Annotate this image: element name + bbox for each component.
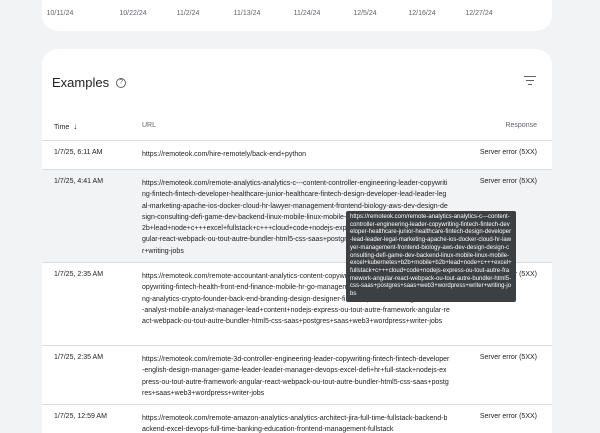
x-tick-label: 12/16/24: [408, 10, 436, 17]
row-time: 1/7/25, 4:41 AM: [54, 178, 104, 185]
row-time: 1/7/25, 2:35 AM: [54, 354, 104, 361]
column-header-url: URL: [142, 122, 157, 129]
column-header-response: Response: [505, 122, 537, 129]
table-row[interactable]: 1/7/25, 2:35 AM https://remoteok.com/rem…: [42, 346, 552, 404]
column-header-time[interactable]: Time ↓: [54, 122, 77, 131]
examples-title: Examples: [52, 75, 110, 90]
row-response: Server error (5XX): [479, 149, 537, 156]
x-tick-label: 10/11/24: [46, 10, 74, 17]
chart-card: 0 10/11/24 10/22/24 11/2/24 11/13/24 11/…: [42, 0, 552, 31]
row-time: 1/7/25, 12:59 AM: [54, 413, 107, 420]
table-row[interactable]: 1/7/25, 6:11 AM https://remoteok.com/hir…: [42, 141, 552, 169]
row-time: 1/7/25, 2:35 AM: [54, 271, 104, 278]
row-response: Server error (5XX): [479, 178, 537, 185]
x-tick-label: 11/2/24: [176, 10, 200, 17]
url-tooltip: https://remoteok.com/remote-analytics-an…: [346, 211, 516, 302]
examples-header: Examples ?: [52, 75, 127, 90]
row-time: 1/7/25, 6:11 AM: [54, 149, 103, 156]
table-row[interactable]: 1/7/25, 12:59 AM https://remoteok.com/re…: [42, 405, 552, 433]
row-url[interactable]: https://remoteok.com/remote-3d-controlle…: [142, 354, 450, 399]
row-url[interactable]: https://remoteok.com/remote-amazon-analy…: [142, 413, 450, 433]
sort-arrow-down-icon: ↓: [73, 122, 78, 131]
row-response: Server error (5XX): [479, 354, 537, 361]
x-tick-label: 12/27/24: [465, 10, 493, 17]
filter-icon[interactable]: [524, 76, 536, 86]
help-icon[interactable]: ?: [116, 77, 127, 88]
x-tick-label: 10/22/24: [119, 10, 147, 17]
row-response: Server error (5XX): [479, 413, 537, 420]
x-tick-label: 11/24/24: [293, 10, 321, 17]
x-tick-label: 11/13/24: [233, 10, 261, 17]
row-url[interactable]: https://remoteok.com/hire-remotely/back-…: [142, 149, 450, 160]
x-tick-label: 12/5/24: [353, 10, 377, 17]
